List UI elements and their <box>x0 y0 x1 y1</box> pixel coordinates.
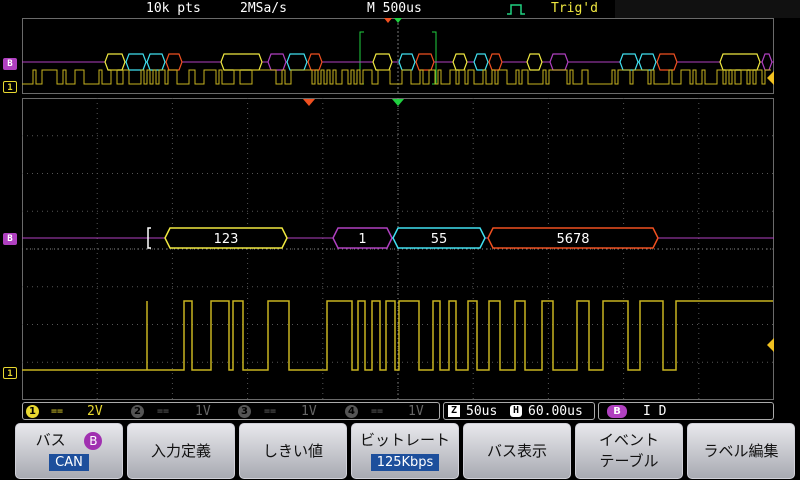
ch4-coupling-icon: == <box>371 406 384 417</box>
overview-frame <box>452 53 468 71</box>
decode-label-id: 123 <box>214 232 239 247</box>
threshold-label: しきい値 <box>262 442 323 460</box>
zoom-timebase: 50us <box>466 404 498 419</box>
overview-frame <box>719 53 761 71</box>
bus-display-softkey[interactable]: バス表示 <box>463 423 571 479</box>
memory-depth: 10k pts <box>146 1 201 16</box>
input-definition-label: 入力定義 <box>150 442 211 460</box>
overview-frame <box>488 53 503 71</box>
overview-frame <box>415 53 435 71</box>
ch4-scale: 1V <box>408 404 424 419</box>
input-definition-softkey[interactable]: 入力定義 <box>127 423 235 479</box>
ch2-number-badge: 2 <box>131 405 144 418</box>
overview-waveform <box>22 18 774 94</box>
waveform-graticule: 123 1 55 5678 <box>22 98 774 400</box>
bus-badge: B <box>607 405 627 418</box>
bus-trigger-box[interactable]: B I D <box>598 402 774 420</box>
overview-frame <box>307 53 323 71</box>
trigger-status: Trig'd <box>551 1 598 16</box>
overview-frame <box>220 53 263 71</box>
decode-label-data: 55 <box>431 232 448 247</box>
bus-softkey-label: バス <box>35 431 66 449</box>
decode-label-dlc: 1 <box>358 232 366 247</box>
sample-rate: 2MSa/s <box>240 1 287 16</box>
overview-frame <box>656 53 678 71</box>
horizontal-settings-box[interactable]: Z 50us H 60.00us <box>443 402 595 420</box>
overview-frame <box>104 53 126 71</box>
overview-frame <box>526 53 543 71</box>
bus-softkey-badge: B <box>84 432 103 450</box>
overview-frame <box>398 53 416 71</box>
bitrate-value: 125Kbps <box>370 454 440 471</box>
threshold-softkey[interactable]: しきい値 <box>239 423 347 479</box>
ch1-scale: 2V <box>87 404 103 419</box>
trigger-info-box[interactable] <box>615 0 800 18</box>
horizontal-position-icon: H <box>510 405 522 417</box>
overview-frame <box>125 53 147 71</box>
overview-bus-marker[interactable]: B <box>3 58 17 70</box>
overview-frame <box>146 53 166 71</box>
overview-ch1-waveform <box>22 69 771 85</box>
ch1-waveform <box>22 300 773 371</box>
bitrate-softkey[interactable]: ビットレート 125Kbps <box>351 423 459 479</box>
trigger-edge-icon <box>507 4 525 15</box>
overview-frame <box>165 53 183 71</box>
overview-ch1-marker[interactable]: 1 <box>3 81 17 93</box>
event-table-softkey[interactable]: イベント テーブル <box>575 423 683 479</box>
bus-marker[interactable]: B <box>3 233 17 245</box>
horizontal-position: 60.00us <box>528 404 583 419</box>
ch3-coupling-icon: == <box>264 406 277 417</box>
bus-type-value: CAN <box>49 454 89 471</box>
trigger-position-marker <box>303 99 315 106</box>
ch3-number-badge: 3 <box>238 405 251 418</box>
channel-settings-box[interactable]: 1 == 2V 2 == 1V 3 == 1V 4 == 1V <box>22 402 440 420</box>
ch2-scale: 1V <box>195 404 211 419</box>
decode-label-crc: 5678 <box>556 232 589 247</box>
overview-ch1-trigger-level <box>767 71 774 85</box>
overview-center-marker <box>394 18 402 23</box>
waveform-display[interactable]: 123 1 55 5678 <box>22 98 774 400</box>
bus-display-label: バス表示 <box>486 442 547 460</box>
ch3-scale: 1V <box>301 404 317 419</box>
ch2-coupling-icon: == <box>157 406 170 417</box>
overview-frame <box>619 53 639 71</box>
overview-frame <box>473 53 489 71</box>
overview-frame <box>549 53 569 71</box>
ch1-coupling-icon: == <box>51 406 64 417</box>
zoom-icon: Z <box>448 405 460 417</box>
timebase: M 500us <box>367 1 422 16</box>
overview-frame <box>372 53 393 71</box>
overview-trigger-marker <box>384 18 392 23</box>
event-table-line1: イベント <box>598 431 659 449</box>
overview-window[interactable] <box>22 18 774 94</box>
ch4-number-badge: 4 <box>345 405 358 418</box>
event-table-line2: テーブル <box>599 452 659 470</box>
overview-frame <box>761 53 773 71</box>
bitrate-label: ビットレート <box>359 431 450 449</box>
ch1-number-badge: 1 <box>26 405 39 418</box>
bus-type-softkey[interactable]: バス B CAN <box>15 423 123 479</box>
center-marker <box>392 99 404 106</box>
ch1-trigger-level-marker[interactable] <box>764 338 774 352</box>
ch1-marker[interactable]: 1 <box>3 367 17 379</box>
overview-frame <box>267 53 287 71</box>
label-edit-label: ラベル編集 <box>703 442 779 460</box>
overview-frame <box>638 53 657 71</box>
top-status-bar: 10k pts 2MSa/s M 500us Trig'd <box>0 0 800 18</box>
label-edit-softkey[interactable]: ラベル編集 <box>687 423 795 479</box>
overview-frame <box>286 53 308 71</box>
trigger-field: I D <box>643 404 667 419</box>
channel-status-bar: 1 == 2V 2 == 1V 3 == 1V 4 == 1V Z 50us H… <box>22 402 774 420</box>
